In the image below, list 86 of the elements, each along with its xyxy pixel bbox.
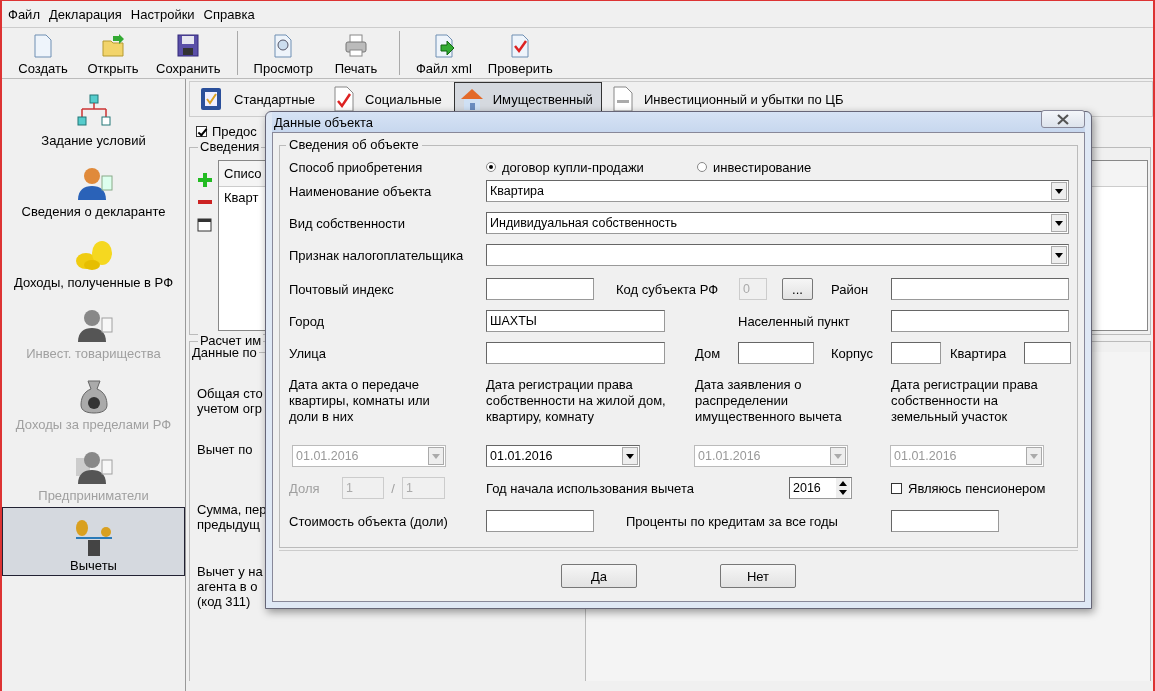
dropdown[interactable] — [486, 244, 1069, 266]
radio-button[interactable] — [697, 162, 707, 172]
dropdown[interactable]: Квартира — [486, 180, 1069, 202]
caret-icon — [626, 453, 634, 459]
field-label: Дата регистрации права собственности на земельный участок — [891, 377, 1039, 425]
field-label: Проценты по кредитам за все годы — [626, 513, 839, 529]
caret-icon — [1030, 453, 1038, 459]
tab[interactable]: Социальные — [327, 83, 450, 115]
field-label: Вычет у на агента в о (код 311) — [197, 564, 263, 609]
sidebar-item[interactable]: Вычеты — [2, 507, 185, 576]
input-field[interactable] — [486, 342, 665, 364]
toolbar-button[interactable]: Создать — [8, 28, 78, 78]
sidebar-item[interactable]: Доходы, полученные в РФ — [2, 223, 185, 292]
menu-item[interactable]: Файл — [8, 6, 40, 22]
group-title: Данные по — [190, 345, 259, 360]
tab[interactable]: Стандартные — [196, 83, 324, 115]
caret-icon — [1055, 220, 1063, 226]
input-field[interactable] — [891, 510, 999, 532]
field-label: Стоимость объекта (доли) — [289, 513, 449, 529]
menu-item[interactable]: Справка — [203, 6, 255, 22]
field-label: Квартира — [950, 345, 1008, 361]
field-label: Корпус — [831, 345, 874, 361]
radio-button[interactable] — [486, 162, 496, 172]
date-picker[interactable]: 01.01.2016 — [486, 445, 640, 467]
toolbar-button[interactable]: Открыть — [78, 28, 148, 78]
close-button[interactable] — [1041, 110, 1085, 128]
checkbox-label: Являюсь пенсионером — [908, 480, 1046, 496]
field-label: Дата заявления о распределении имущественного вычета — [695, 377, 843, 425]
checkbox[interactable] — [196, 125, 207, 137]
menu-item[interactable]: Декларация — [48, 6, 122, 22]
remove-icon[interactable] — [197, 198, 213, 206]
edit-icon[interactable] — [197, 216, 213, 232]
radio-option[interactable]: договор купли-продажи — [486, 159, 697, 175]
dialog-button[interactable]: Нет — [720, 564, 796, 588]
input-field[interactable] — [486, 278, 594, 300]
field-label: Код субъекта РФ — [616, 281, 720, 297]
checkbox[interactable] — [891, 482, 902, 494]
field-label: Населенный пункт — [738, 313, 851, 329]
input-field[interactable] — [891, 310, 1069, 332]
group-title: Сведения об объекте — [286, 137, 422, 152]
menu-item[interactable]: Настройки — [130, 6, 195, 22]
field-label: Год начала использования вычета — [486, 480, 695, 496]
tab[interactable]: Инвестиционный и убытки по ЦБ — [605, 83, 852, 115]
spin-box[interactable]: 2016 — [789, 477, 852, 499]
field-label: Дата акта о передаче квартиры, комнаты или доли в них — [289, 377, 431, 425]
floppy-icon — [176, 33, 201, 59]
input-field[interactable] — [891, 278, 1069, 300]
field-label: Город — [289, 313, 326, 329]
radio-label: договор купли-продажи — [502, 159, 644, 175]
field-label: Признак налогоплательщика — [289, 247, 465, 263]
close-icon — [1056, 113, 1070, 125]
document-icon — [31, 33, 55, 59]
sidebar-item[interactable]: Задание условий — [2, 81, 185, 150]
toolbar-button[interactable]: Просмотр — [245, 28, 321, 78]
caret-icon — [432, 453, 440, 459]
input-field[interactable]: ШАХТЫ — [486, 310, 665, 332]
field-label: Дом — [695, 345, 722, 361]
field-label: Вычет по — [197, 442, 253, 457]
toolbar-button[interactable]: Проверить — [479, 28, 561, 78]
sidebar-item[interactable]: Сведения о декларанте — [2, 152, 185, 221]
field-label: Способ приобретения — [289, 159, 424, 175]
field-label: Доля — [289, 480, 321, 496]
toolbar-button[interactable]: Файл xml — [408, 28, 480, 78]
caret-icon — [1055, 252, 1063, 258]
input-field[interactable] — [891, 342, 941, 364]
caret-icon — [834, 453, 842, 459]
field-label: Почтовый индекс — [289, 281, 395, 297]
dialog-title: Данные объекта — [274, 114, 374, 130]
printer-icon — [344, 33, 368, 59]
field-label: Улица — [289, 345, 327, 361]
field-label: Вид собственности — [289, 215, 407, 231]
checkbox-label: Предос — [212, 123, 257, 139]
folder-icon — [101, 33, 125, 59]
input-field[interactable] — [738, 342, 814, 364]
group-title: Сведения — [198, 139, 262, 154]
input-field[interactable] — [1024, 342, 1071, 364]
field-label: Дата регистрации права собственности на жилой дом, квартиру, комнату — [486, 377, 667, 425]
spin-arrows-icon — [839, 479, 847, 497]
field-label: Общая сто учетом огр — [197, 386, 263, 416]
separator-label: / — [390, 480, 396, 496]
dialog-button[interactable]: Да — [561, 564, 637, 588]
field-label: Район — [831, 281, 870, 297]
dropdown[interactable]: Индивидуальная собственность — [486, 212, 1069, 234]
toolbar-button[interactable]: Печать — [321, 28, 391, 78]
input-field[interactable] — [486, 510, 594, 532]
toolbar-button[interactable]: Сохранить — [148, 28, 229, 78]
